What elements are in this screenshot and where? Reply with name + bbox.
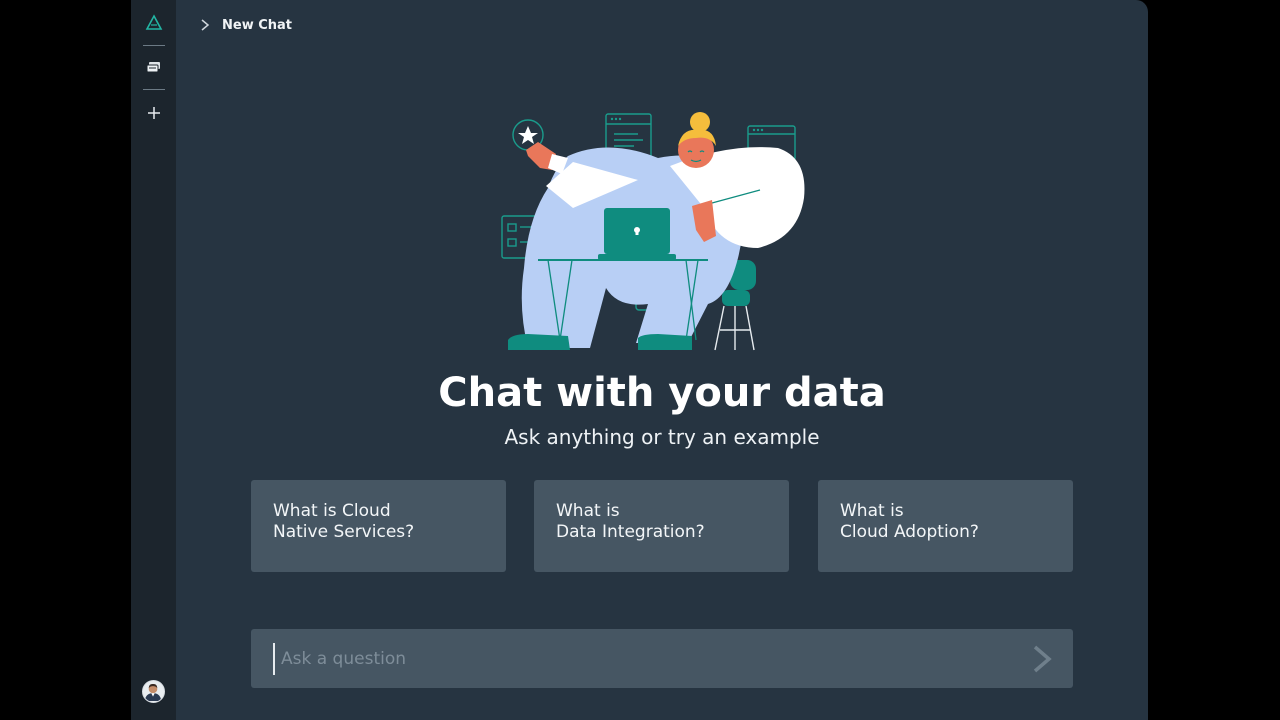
avatar[interactable]	[142, 680, 165, 703]
plus-icon[interactable]	[144, 103, 164, 123]
hero-illustration	[501, 112, 805, 351]
example-card-text: Native Services?	[273, 522, 415, 542]
chat-panel: New Chat Chat with your data Ask anythin…	[176, 0, 1148, 720]
example-card-text: What is	[556, 501, 620, 521]
example-card-cloud-adoption[interactable]: What is Cloud Adoption?	[818, 480, 1073, 572]
example-card-text: What is	[840, 501, 904, 521]
ask-question-input[interactable]	[273, 643, 993, 675]
chevron-right-icon	[201, 19, 210, 31]
page-title: New Chat	[222, 17, 293, 33]
chat-header: New Chat	[198, 14, 292, 36]
ask-bar	[251, 629, 1073, 688]
example-prompts: What is Cloud Native Services? What is D…	[251, 480, 1073, 572]
user-avatar-icon	[144, 684, 162, 701]
rail-divider	[143, 89, 165, 90]
hero-subline: Ask anything or try an example	[504, 425, 820, 449]
example-card-text: Data Integration?	[556, 522, 705, 542]
expand-sidebar-button[interactable]	[198, 18, 212, 32]
rail-divider	[143, 45, 165, 46]
chats-icon[interactable]	[145, 60, 163, 76]
icon-rail	[131, 0, 176, 720]
logo-triangle-icon[interactable]	[145, 14, 163, 32]
send-chevron-icon[interactable]	[1029, 643, 1055, 675]
hero-headline: Chat with your data	[438, 370, 886, 416]
example-card-text: Cloud Adoption?	[840, 522, 979, 542]
example-card-data-integration[interactable]: What is Data Integration?	[534, 480, 789, 572]
example-card-cloud-native-services[interactable]: What is Cloud Native Services?	[251, 480, 506, 572]
example-card-text: What is Cloud	[273, 501, 391, 521]
